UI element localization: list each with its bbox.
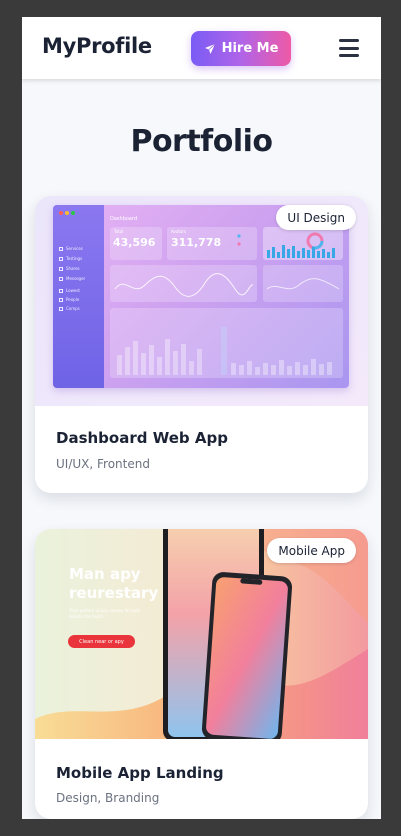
mockup-body: Tiras perlorn ui ipsy suntey far kuto do… — [69, 608, 141, 619]
project-title[interactable]: Dashboard Web App — [56, 429, 228, 447]
mockup-cta: Clean near or apy — [68, 635, 135, 648]
hire-me-label: Hire Me — [221, 41, 279, 56]
section-title: Portfolio — [130, 124, 273, 159]
app-frame: MyProfile Hire Me Portfolio Services Tes… — [22, 17, 381, 819]
category-tag: UI Design — [276, 205, 356, 230]
project-card-dashboard[interactable]: Services Testings Shares Messeger Lowest… — [35, 196, 368, 493]
brand-logo[interactable]: MyProfile — [42, 34, 152, 58]
category-tag: Mobile App — [267, 538, 356, 563]
project-card-mobile[interactable]: Man apy reurestary Tiras perlorn ui ipsy… — [35, 529, 368, 819]
navbar: MyProfile Hire Me — [22, 17, 381, 79]
dashboard-mockup: Services Testings Shares Messeger Lowest… — [53, 205, 349, 388]
project-categories: UI/UX, Frontend — [56, 457, 150, 471]
hamburger-menu-icon[interactable] — [339, 39, 359, 57]
mockup-headline: Man apy reurestary — [69, 565, 159, 602]
project-categories: Design, Branding — [56, 791, 160, 805]
project-title[interactable]: Mobile App Landing — [56, 764, 224, 782]
hire-me-button[interactable]: Hire Me — [191, 31, 291, 66]
paper-plane-icon — [204, 43, 215, 54]
dashboard-charts — [114, 232, 340, 375]
